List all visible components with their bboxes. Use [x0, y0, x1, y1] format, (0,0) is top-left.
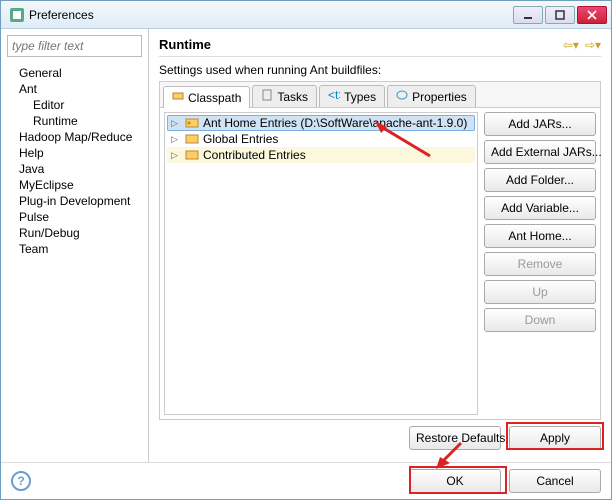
classpath-tree[interactable]: ▷ Ant Home Entries (D:\SoftWare\apache-a…	[164, 112, 478, 415]
entry-label: Contributed Entries	[203, 148, 306, 162]
entry-global[interactable]: ▷ Global Entries	[167, 131, 475, 147]
sidebar-item-editor[interactable]: Editor	[7, 97, 142, 113]
remove-button[interactable]: Remove	[484, 252, 596, 276]
jar-icon	[185, 133, 199, 145]
app-icon	[9, 7, 25, 23]
bottom-bar: ? OK Cancel	[1, 462, 611, 499]
tab-types[interactable]: <t>Types	[319, 85, 385, 107]
preferences-tree[interactable]: General Ant Editor Runtime Hadoop Map/Re…	[1, 63, 148, 462]
entry-ant-home[interactable]: ▷ Ant Home Entries (D:\SoftWare\apache-a…	[167, 115, 475, 131]
sidebar-item-plugin-dev[interactable]: Plug-in Development	[7, 193, 142, 209]
expander-icon[interactable]: ▷	[171, 150, 181, 161]
tabs-container: Classpath Tasks <t>Types Properties ▷ An…	[159, 81, 601, 420]
sidebar-item-myeclipse[interactable]: MyEclipse	[7, 177, 142, 193]
expander-icon[interactable]: ▷	[171, 134, 181, 145]
properties-icon	[396, 89, 408, 104]
tab-tasks[interactable]: Tasks	[252, 85, 317, 107]
down-button[interactable]: Down	[484, 308, 596, 332]
page-title: Runtime	[159, 37, 563, 52]
add-folder-button[interactable]: Add Folder...	[484, 168, 596, 192]
tasks-icon	[261, 89, 273, 104]
sidebar-item-runtime[interactable]: Runtime	[7, 113, 142, 129]
sidebar-item-ant[interactable]: Ant	[7, 81, 142, 97]
forward-icon[interactable]: ⇨▾	[585, 38, 601, 52]
entry-label: Ant Home Entries (D:\SoftWare\apache-ant…	[203, 116, 467, 130]
close-button[interactable]	[577, 6, 607, 24]
tabbar: Classpath Tasks <t>Types Properties	[160, 82, 600, 108]
back-icon[interactable]: ⇦▾	[563, 38, 579, 52]
types-icon: <t>	[328, 89, 340, 104]
page-description: Settings used when running Ant buildfile…	[159, 63, 601, 77]
tab-properties[interactable]: Properties	[387, 85, 476, 107]
sidebar-item-run-debug[interactable]: Run/Debug	[7, 225, 142, 241]
sidebar-item-hadoop[interactable]: Hadoop Map/Reduce	[7, 129, 142, 145]
add-external-jars-button[interactable]: Add External JARs...	[484, 140, 596, 164]
entry-label: Global Entries	[203, 132, 278, 146]
sidebar: General Ant Editor Runtime Hadoop Map/Re…	[1, 29, 149, 462]
ant-home-button[interactable]: Ant Home...	[484, 224, 596, 248]
svg-text:<t>: <t>	[328, 89, 340, 101]
help-icon[interactable]: ?	[11, 471, 31, 491]
titlebar[interactable]: Preferences	[1, 1, 611, 29]
preferences-dialog: Preferences General Ant Editor Runtime H…	[0, 0, 612, 500]
tab-classpath[interactable]: Classpath	[163, 86, 250, 108]
restore-defaults-button[interactable]: Restore Defaults	[409, 426, 501, 450]
sidebar-item-team[interactable]: Team	[7, 241, 142, 257]
add-variable-button[interactable]: Add Variable...	[484, 196, 596, 220]
sidebar-item-general[interactable]: General	[7, 65, 142, 81]
apply-button[interactable]: Apply	[509, 426, 601, 450]
jar-icon	[185, 149, 199, 161]
classpath-icon	[172, 90, 184, 105]
window-controls	[513, 6, 607, 24]
footer-buttons: Restore Defaults Apply	[159, 420, 601, 456]
minimize-button[interactable]	[513, 6, 543, 24]
cancel-button[interactable]: Cancel	[509, 469, 601, 493]
sidebar-item-java[interactable]: Java	[7, 161, 142, 177]
content-area: Runtime ⇦▾ ⇨▾ Settings used when running…	[149, 29, 611, 462]
ok-button[interactable]: OK	[409, 469, 501, 493]
expander-icon[interactable]: ▷	[171, 118, 181, 129]
maximize-button[interactable]	[545, 6, 575, 24]
jar-icon	[185, 117, 199, 129]
entry-contributed[interactable]: ▷ Contributed Entries	[167, 147, 475, 163]
up-button[interactable]: Up	[484, 280, 596, 304]
window-title: Preferences	[29, 8, 513, 22]
add-jars-button[interactable]: Add JARs...	[484, 112, 596, 136]
filter-input[interactable]	[7, 35, 142, 57]
sidebar-item-help[interactable]: Help	[7, 145, 142, 161]
button-column: Add JARs... Add External JARs... Add Fol…	[484, 112, 596, 415]
sidebar-item-pulse[interactable]: Pulse	[7, 209, 142, 225]
